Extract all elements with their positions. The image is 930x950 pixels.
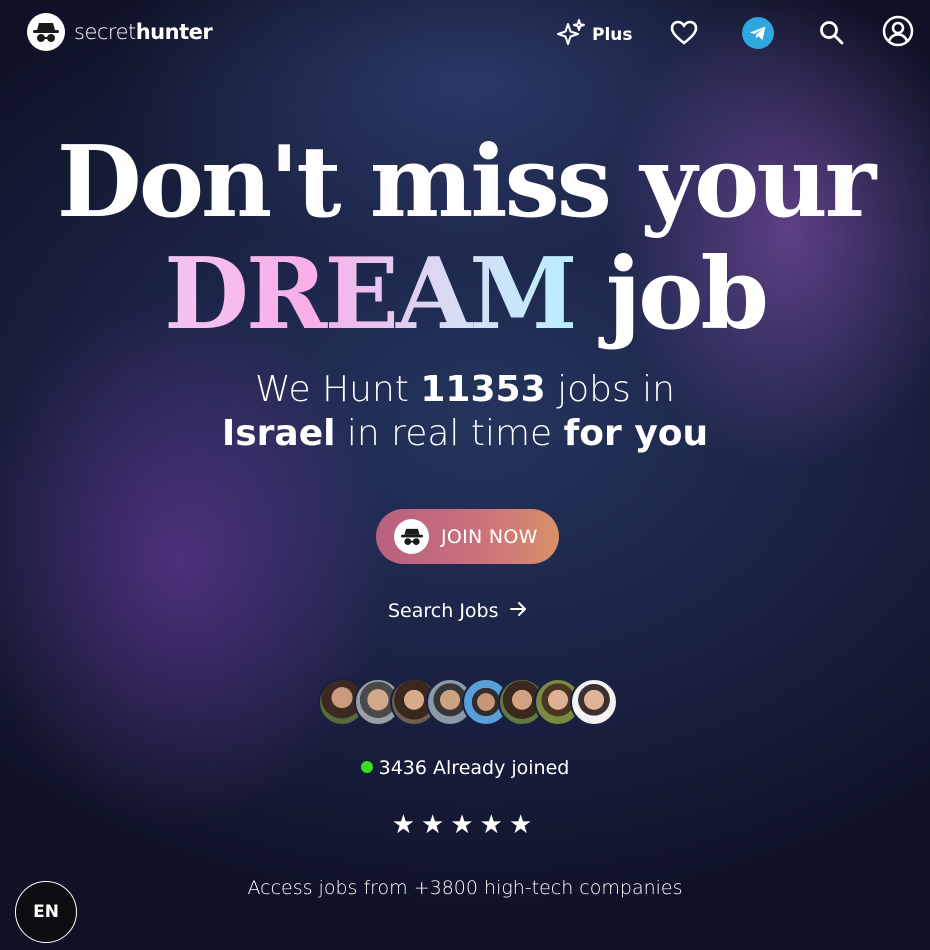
star-icon: ★	[421, 810, 451, 840]
sub-jobs-in: jobs in	[557, 369, 675, 410]
joined-label: Already joined	[433, 757, 570, 779]
joined-count: 3436	[378, 757, 427, 779]
user-circle-icon[interactable]	[881, 14, 915, 48]
sub-realtime: in real time	[346, 413, 553, 454]
hero-headline-line2: DREAM job	[0, 240, 930, 350]
search-icon[interactable]	[817, 18, 847, 48]
sub-country: Israel	[221, 413, 336, 454]
search-jobs-link[interactable]: Search Jobs	[388, 600, 527, 622]
hero-headline-line1: Don't miss your	[56, 125, 877, 240]
join-now-button[interactable]: JOIN NOW	[376, 509, 559, 564]
brand-name-bold: hunter	[135, 20, 213, 44]
rating-stars: ★★★★★	[0, 810, 930, 840]
plus-label: Plus	[592, 25, 633, 45]
incognito-icon	[394, 519, 429, 554]
heart-icon[interactable]	[668, 18, 700, 48]
star-icon: ★	[450, 810, 480, 840]
join-now-label: JOIN NOW	[441, 525, 538, 548]
sub-for-you: for you	[563, 413, 709, 454]
arrow-right-icon	[509, 600, 527, 622]
online-dot	[360, 761, 373, 773]
sub-we-hunt: We Hunt	[255, 369, 409, 410]
incognito-icon	[27, 13, 65, 51]
hero-subtitle: We Hunt 11353 jobs in Israel in real tim…	[0, 368, 930, 456]
companies-text: Access jobs from +3800 high-tech compani…	[247, 877, 683, 899]
star-icon: ★	[391, 810, 422, 840]
telegram-icon[interactable]	[742, 17, 774, 49]
brand-logo[interactable]: secrethunter	[27, 13, 213, 51]
brand-name-light: secret	[74, 20, 136, 44]
language-button[interactable]: EN	[15, 881, 77, 943]
job-count: 11353	[420, 369, 546, 410]
star-icon: ★	[508, 810, 539, 840]
star-icon: ★	[479, 810, 509, 840]
hero-dream-word: DREAM	[163, 237, 578, 352]
avatar	[570, 678, 618, 726]
joined-count-text: 3436 Already joined	[0, 757, 930, 779]
top-navigation: secrethunter Plus	[0, 0, 930, 64]
search-jobs-label: Search Jobs	[388, 600, 499, 622]
sparkles-icon	[556, 18, 586, 52]
hero-job-word: job	[605, 237, 769, 352]
member-avatars	[318, 678, 618, 730]
plus-button[interactable]: Plus	[556, 18, 633, 52]
